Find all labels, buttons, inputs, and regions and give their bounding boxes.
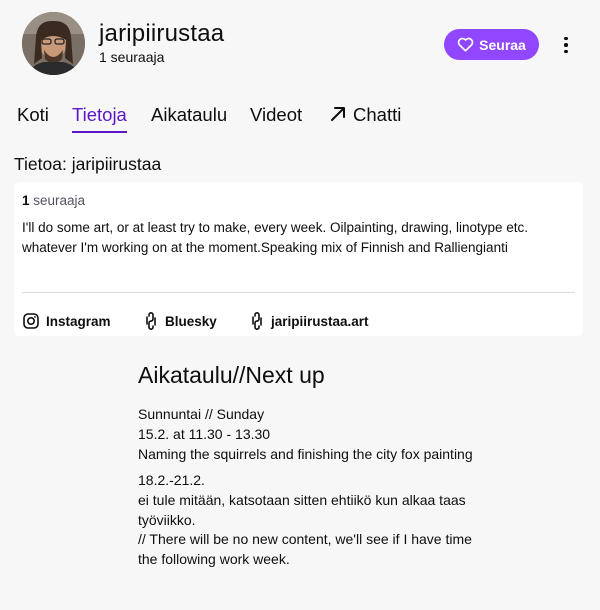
- about-title: Tietoa: jaripiirustaa: [14, 154, 162, 174]
- more-dot-icon: [564, 36, 568, 41]
- social-link-label: Bluesky: [165, 313, 217, 329]
- social-link-label: Instagram: [46, 313, 111, 329]
- avatar-image: [22, 12, 85, 75]
- tab-chatti-label: Chatti: [353, 104, 402, 125]
- tab-tietoja[interactable]: Tietoja: [72, 104, 127, 138]
- follower-word: seuraaja: [33, 193, 86, 208]
- social-link-instagram[interactable]: Instagram: [23, 311, 111, 331]
- panel-paragraph: 18.2.-21.2. ei tule mitään, katsotaan si…: [138, 471, 472, 568]
- channel-tabs: Koti Tietoja Aikataulu Videot Chatti: [0, 104, 600, 138]
- social-link-label: jaripiirustaa.art: [271, 313, 369, 329]
- more-dot-icon: [564, 49, 568, 54]
- avatar[interactable]: [22, 12, 85, 75]
- tab-koti[interactable]: Koti: [17, 104, 49, 138]
- follow-button-label: Seuraa: [479, 36, 526, 53]
- heart-icon: [457, 37, 474, 52]
- channel-header: jaripiirustaa 1 seuraaja Seuraa: [0, 0, 600, 96]
- link-icon: [252, 312, 262, 330]
- follower-count: 1 seuraaja: [99, 49, 165, 65]
- channel-bio: I'll do some art, or at least try to mak…: [22, 220, 529, 255]
- tab-chatti[interactable]: Chatti: [329, 104, 401, 138]
- social-link-website[interactable]: jaripiirustaa.art: [250, 311, 369, 331]
- panel-paragraph: Sunnuntai // Sunday 15.2. at 11.30 - 13.…: [138, 406, 473, 462]
- panel-title: Aikataulu//Next up: [138, 362, 325, 388]
- tab-aikataulu[interactable]: Aikataulu: [151, 104, 227, 138]
- follower-number: 1: [22, 193, 30, 208]
- external-arrow-icon: [331, 107, 345, 121]
- link-icon: [146, 312, 156, 330]
- follow-button[interactable]: Seuraa: [444, 29, 539, 60]
- divider: [22, 292, 575, 293]
- more-options-button[interactable]: [556, 34, 576, 56]
- about-follower-count: 1 seuraaja: [22, 193, 85, 208]
- schedule-panel: Aikataulu//Next up Sunnuntai // Sunday 1…: [138, 362, 478, 576]
- channel-name: jaripiirustaa: [99, 20, 225, 47]
- more-dot-icon: [564, 43, 568, 47]
- panel-body: Sunnuntai // Sunday 15.2. at 11.30 - 13.…: [138, 405, 478, 570]
- social-link-bluesky[interactable]: Bluesky: [144, 311, 217, 331]
- instagram-icon: [23, 313, 39, 329]
- tab-videot[interactable]: Videot: [250, 104, 302, 138]
- about-card: 1 seuraaja I'll do some art, or at least…: [14, 182, 583, 336]
